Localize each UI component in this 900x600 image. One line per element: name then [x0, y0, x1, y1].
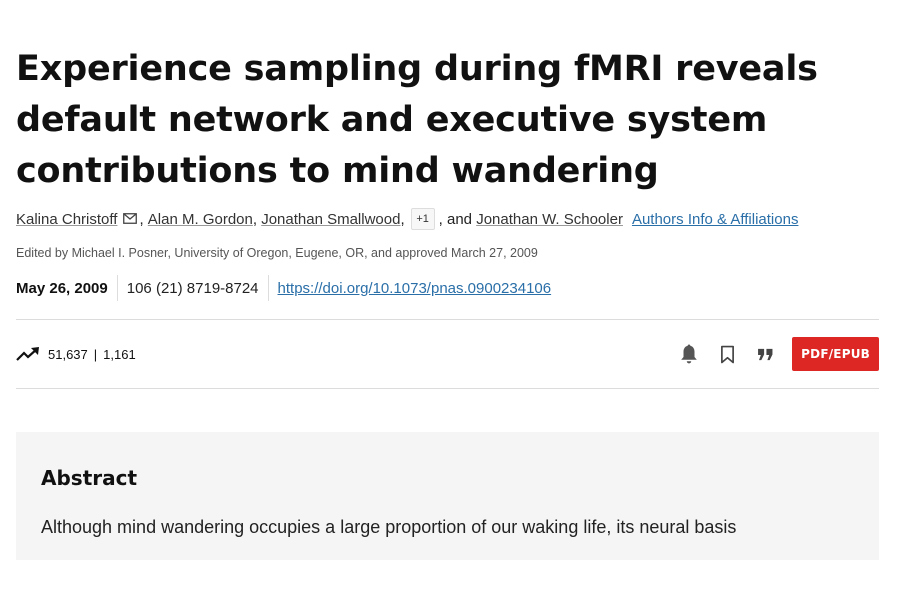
edited-by: Edited by Michael I. Posner, University … [16, 246, 538, 260]
publication-meta: May 26, 2009 106 (21) 8719-8724 https://… [16, 274, 551, 302]
article-actions: PDF/EPUB [662, 337, 879, 371]
article-metrics[interactable]: 51,637 | 1,161 [16, 346, 136, 362]
author-link[interactable]: Jonathan Smallwood [261, 211, 400, 228]
authors-info-link[interactable]: Authors Info & Affiliations [632, 211, 799, 228]
author-separator: , [139, 210, 148, 228]
pdf-epub-button[interactable]: PDF/EPUB [792, 337, 879, 371]
more-authors-button[interactable]: +1 [410, 208, 435, 230]
author-separator: , [252, 210, 262, 228]
metrics-toolbar: 51,637 | 1,161 PDF/EPUB [16, 336, 879, 372]
divider [16, 319, 879, 320]
article-page: Experience sampling during fMRI reveals … [0, 0, 900, 600]
author-separator: , [400, 210, 405, 228]
author-link[interactable]: Jonathan W. Schooler [476, 211, 623, 228]
doi-link[interactable]: https://doi.org/10.1073/pnas.0900234106 [269, 280, 552, 297]
citations-count: 1,161 [103, 346, 136, 362]
article-title: Experience sampling during fMRI reveals … [16, 49, 818, 191]
metrics-separator: | [93, 346, 98, 362]
quote-icon[interactable] [754, 343, 776, 365]
bell-icon[interactable] [678, 343, 700, 365]
abstract-section: Abstract Although mind wandering occupie… [16, 432, 879, 560]
divider [16, 388, 879, 389]
abstract-heading: Abstract [41, 466, 138, 490]
abstract-text: Although mind wandering occupies a large… [41, 517, 737, 537]
views-count: 51,637 [48, 346, 88, 362]
bookmark-icon[interactable] [716, 343, 738, 365]
publication-date: May 26, 2009 [16, 279, 108, 297]
email-icon[interactable] [123, 211, 138, 224]
and-text: , and [438, 210, 473, 228]
trending-up-icon [16, 347, 39, 361]
author-link[interactable]: Alan M. Gordon [148, 211, 253, 228]
author-list: Kalina Christoff , Alan M. Gordon , Jona… [16, 208, 896, 230]
citation: 106 (21) 8719-8724 [126, 279, 259, 297]
author-link[interactable]: Kalina Christoff [16, 211, 117, 228]
